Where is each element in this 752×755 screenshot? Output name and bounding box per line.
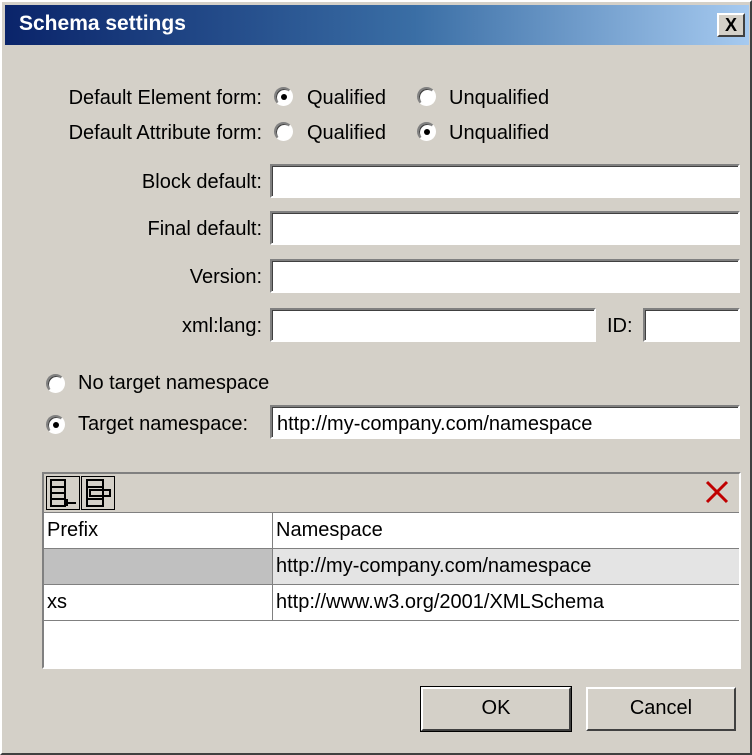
cancel-button[interactable]: Cancel	[586, 687, 736, 731]
no-target-namespace-label[interactable]: No target namespace	[78, 372, 269, 395]
append-row-button[interactable]	[46, 476, 80, 510]
delete-row-icon	[705, 480, 729, 504]
attribute-form-unqualified-radio[interactable]	[417, 122, 436, 141]
version-field[interactable]	[270, 259, 740, 293]
prefix-cell[interactable]: xs	[44, 585, 273, 620]
delete-row-button[interactable]	[703, 478, 731, 506]
namespace-toolbar	[44, 474, 739, 512]
final-default-field[interactable]	[270, 211, 740, 245]
attribute-form-qualified-label[interactable]: Qualified	[307, 122, 386, 145]
target-namespace-field[interactable]: http://my-company.com/namespace	[270, 405, 740, 439]
namespace-table: Prefix Namespace http://my-company.com/n…	[44, 512, 739, 620]
element-form-label: Default Element form:	[68, 87, 262, 109]
close-button[interactable]: X	[717, 13, 745, 37]
element-form-qualified-radio[interactable]	[274, 87, 293, 106]
element-form-qualified-label[interactable]: Qualified	[307, 87, 386, 110]
namespace-cell[interactable]: http://www.w3.org/2001/XMLSchema	[273, 585, 739, 620]
version-label: Version:	[189, 266, 262, 288]
table-row[interactable]: xs http://www.w3.org/2001/XMLSchema	[44, 584, 739, 620]
title-bar[interactable]: Schema settings X	[5, 5, 749, 45]
attribute-form-unqualified-label[interactable]: Unqualified	[449, 122, 549, 145]
append-row-icon	[50, 479, 76, 507]
target-namespace-label[interactable]: Target namespace:	[78, 413, 248, 436]
insert-row-button[interactable]	[81, 476, 115, 510]
namespace-header: Namespace	[276, 519, 383, 541]
prefix-header: Prefix	[44, 513, 273, 548]
attribute-form-qualified-radio[interactable]	[274, 122, 293, 141]
dialog-title: Schema settings	[19, 12, 186, 35]
no-target-namespace-radio[interactable]	[46, 374, 65, 393]
table-header-row: Prefix Namespace	[44, 512, 739, 548]
xml-lang-label: xml:lang:	[181, 315, 262, 337]
table-row[interactable]: http://my-company.com/namespace	[44, 548, 739, 584]
schema-settings-dialog: Schema settings X Default Element form: …	[0, 0, 752, 755]
table-empty-area[interactable]	[44, 620, 739, 668]
element-form-unqualified-label[interactable]: Unqualified	[449, 87, 549, 110]
prefix-cell[interactable]	[44, 549, 273, 584]
namespace-grid: Prefix Namespace http://my-company.com/n…	[42, 472, 741, 669]
block-default-field[interactable]	[270, 164, 740, 198]
target-namespace-radio[interactable]	[46, 415, 65, 434]
id-field[interactable]	[643, 308, 740, 342]
ok-button[interactable]: OK	[420, 686, 572, 732]
attribute-form-label: Default Attribute form:	[68, 122, 262, 144]
xml-lang-field[interactable]	[270, 308, 596, 342]
id-label: ID:	[607, 315, 633, 337]
element-form-unqualified-radio[interactable]	[417, 87, 436, 106]
block-default-label: Block default:	[141, 171, 262, 193]
insert-row-icon	[86, 479, 111, 507]
namespace-cell[interactable]: http://my-company.com/namespace	[273, 549, 739, 584]
final-default-label: Final default:	[147, 218, 262, 240]
